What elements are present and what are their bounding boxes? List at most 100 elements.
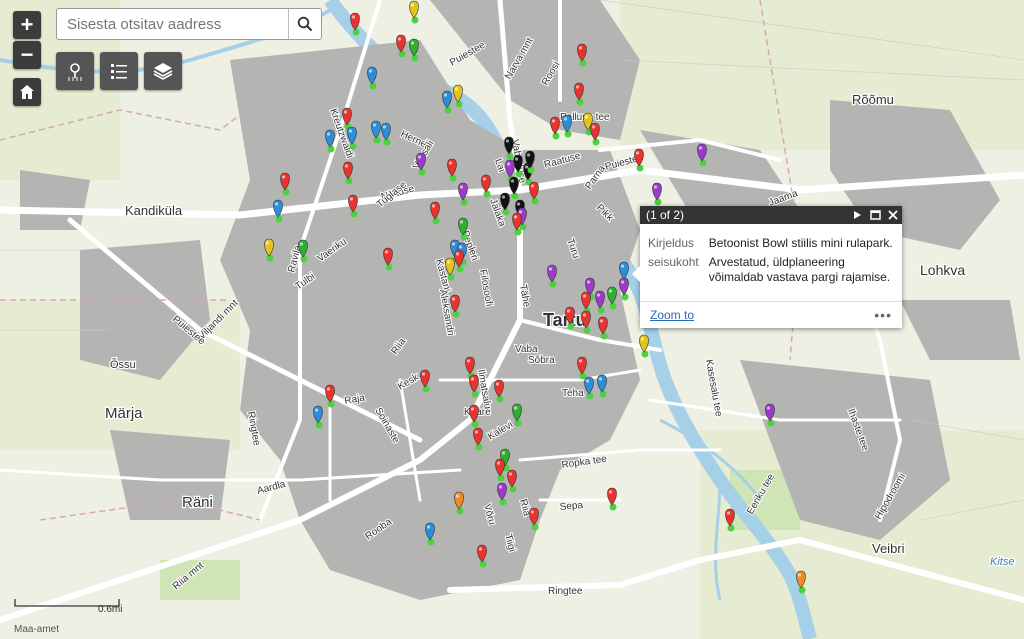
maximize-button[interactable] (866, 206, 884, 224)
marker-base (455, 100, 463, 108)
marker-highlight (326, 132, 331, 136)
marker-highlight (582, 294, 587, 298)
marker-base (422, 385, 430, 393)
district-label: Veibri (872, 541, 905, 556)
marker-highlight (620, 280, 625, 284)
search-input[interactable] (57, 9, 288, 39)
home-button[interactable] (13, 78, 41, 106)
feature-popup: (1 of 2) Kirjeldus Betoonist Bowl stiili… (632, 206, 902, 328)
next-feature-button[interactable] (848, 206, 866, 224)
marker-base (576, 98, 584, 106)
marker-base (496, 395, 504, 403)
marker-base (502, 208, 510, 216)
search-button[interactable] (288, 9, 321, 39)
scale-label: 0.6mi (98, 604, 123, 615)
marker-highlight (382, 125, 387, 129)
marker-highlight (448, 161, 453, 165)
zoom-in-button[interactable]: + (13, 11, 41, 39)
marker-base (444, 106, 452, 114)
marker-highlight (265, 241, 270, 245)
legend-button[interactable] (100, 52, 138, 90)
marker-base (583, 326, 591, 334)
more-actions-button[interactable]: ••• (874, 307, 892, 323)
marker-highlight (599, 319, 604, 323)
marker-base (300, 255, 308, 263)
popup-counter: (1 of 2) (646, 208, 685, 222)
attribute-row: Kirjeldus Betoonist Bowl stiilis mini ru… (648, 236, 899, 255)
locate-icon (68, 63, 82, 81)
marker-highlight (426, 525, 431, 529)
marker-base (509, 485, 517, 493)
marker-base (600, 332, 608, 340)
marker-base (282, 188, 290, 196)
marker-highlight (505, 139, 510, 143)
marker-base (452, 310, 460, 318)
marker-highlight (526, 153, 531, 157)
popup-footer: Zoom to ••• (640, 301, 902, 328)
marker-highlight (421, 372, 426, 376)
marker-highlight (551, 119, 556, 123)
marker-highlight (459, 185, 464, 189)
marker-highlight (281, 175, 286, 179)
district-label: Kitse (990, 556, 1014, 568)
city-label: Tartu (543, 310, 587, 330)
marker-highlight (274, 202, 279, 206)
zoom-out-button[interactable]: − (13, 41, 41, 69)
marker-base (597, 306, 605, 314)
marker-highlight (410, 41, 415, 45)
close-popup-button[interactable] (884, 206, 902, 224)
marker-base (579, 59, 587, 67)
marker-base (383, 138, 391, 146)
marker-highlight (384, 250, 389, 254)
marker-base (460, 233, 468, 241)
district-label: Märja (105, 405, 143, 422)
marker-highlight (474, 430, 479, 434)
marker-base (352, 28, 360, 36)
marker-base (599, 390, 607, 398)
marker-highlight (620, 264, 625, 268)
marker-highlight (459, 220, 464, 224)
marker-highlight (584, 115, 589, 119)
marker-base (345, 177, 353, 185)
marker-highlight (372, 123, 377, 127)
attribute-row: seisukoht Arvestatud, üldplaneering võim… (648, 255, 899, 289)
zoom-to-link[interactable]: Zoom to (650, 308, 874, 322)
marker-base (411, 54, 419, 62)
marker-highlight (349, 197, 354, 201)
zoom-out-icon: − (20, 42, 34, 67)
layers-button[interactable] (144, 52, 182, 90)
marker-highlight (451, 297, 456, 301)
marker-base (641, 350, 649, 358)
marker-highlight (591, 125, 596, 129)
street-label: Ringtee (548, 586, 583, 597)
marker-highlight (530, 510, 535, 514)
marker-base (592, 138, 600, 146)
popup-attributes: Kirjeldus Betoonist Bowl stiilis mini ru… (648, 236, 899, 289)
marker-base (483, 190, 491, 198)
marker-highlight (514, 157, 519, 161)
marker-base (531, 197, 539, 205)
marker-highlight (458, 245, 463, 249)
district-label: Räni (182, 494, 213, 511)
marker-highlight (585, 379, 590, 383)
marker-highlight (508, 472, 513, 476)
marker-highlight (566, 309, 571, 313)
zoom-in-icon: + (20, 12, 34, 37)
marker-highlight (513, 406, 518, 410)
marker-highlight (446, 260, 451, 264)
marker-highlight (443, 93, 448, 97)
marker-base (327, 145, 335, 153)
locate-button[interactable] (56, 52, 94, 90)
marker-highlight (575, 85, 580, 89)
marker-base (609, 302, 617, 310)
popup-header: (1 of 2) (640, 206, 902, 224)
marker-highlight (455, 494, 460, 498)
marker-base (447, 273, 455, 281)
marker-highlight (518, 210, 523, 214)
marker-highlight (417, 155, 422, 159)
home-icon (20, 85, 34, 99)
attribute-key: seisukoht (648, 255, 699, 269)
marker-base (636, 164, 644, 172)
marker-base (514, 228, 522, 236)
marker-highlight (344, 164, 349, 168)
